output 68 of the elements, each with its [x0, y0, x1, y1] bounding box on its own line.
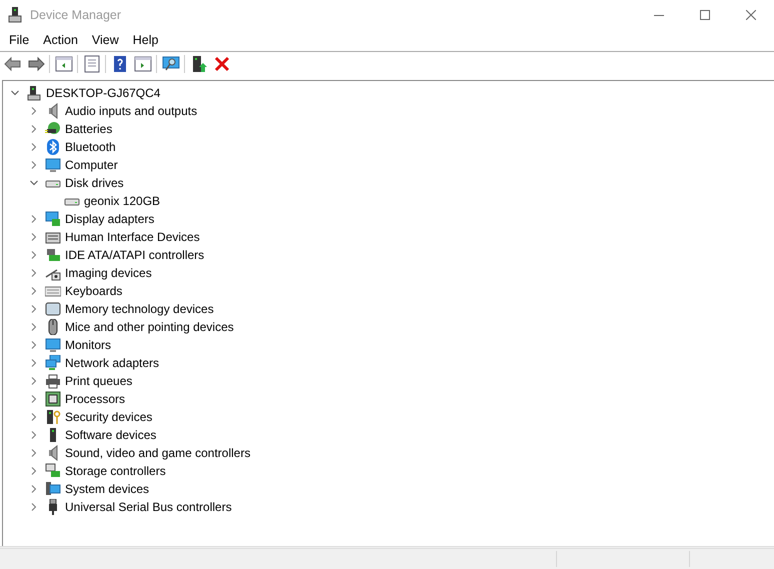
expand-chevron[interactable] [30, 413, 38, 421]
maximize-icon [700, 10, 710, 20]
tree-item[interactable]: Universal Serial Bus controllers [64, 498, 232, 516]
expand-chevron[interactable] [30, 233, 38, 241]
expand-chevron[interactable] [30, 377, 38, 385]
tree-item[interactable]: geonix 120GB [83, 192, 160, 210]
close-icon [746, 10, 756, 20]
expand-chevron[interactable] [30, 485, 38, 493]
menu-item[interactable]: View [84, 31, 126, 50]
tree-item[interactable]: Keyboards [64, 282, 122, 300]
window-title: Device Manager [30, 6, 122, 24]
expand-chevron[interactable] [30, 161, 38, 169]
tree-item[interactable]: DESKTOP-GJ67QC4 [45, 84, 160, 102]
tree-item[interactable]: Software devices [64, 426, 156, 444]
app-icon [8, 7, 22, 23]
tree-item[interactable]: Processors [64, 390, 126, 408]
tree-item[interactable]: Storage controllers [64, 462, 166, 480]
expand-chevron[interactable] [30, 269, 38, 277]
monitor-icon [45, 337, 61, 353]
expand-chevron[interactable] [30, 341, 38, 349]
expand-chevron[interactable] [30, 125, 38, 133]
controller-card-icon [45, 247, 61, 263]
computer-tower-icon [26, 85, 42, 101]
display-card-icon [45, 211, 61, 227]
network-computers-icon [45, 355, 61, 371]
expand-chevron[interactable] [30, 215, 38, 223]
tree-item[interactable]: Security devices [64, 408, 152, 426]
tree-item[interactable]: Bluetooth [64, 138, 116, 156]
memory-card-icon [45, 301, 61, 317]
expand-chevron[interactable] [30, 359, 38, 367]
expand-chevron[interactable] [30, 323, 38, 331]
tree-item[interactable]: Batteries [64, 120, 112, 138]
tree-item[interactable]: System devices [64, 480, 150, 498]
tree-item[interactable]: Disk drives [64, 174, 124, 192]
menu-item[interactable]: Action [36, 31, 85, 50]
collapse-chevron[interactable] [30, 179, 38, 187]
tree-item[interactable]: Monitors [64, 336, 112, 354]
tree-item[interactable]: Audio inputs and outputs [64, 102, 198, 120]
expand-chevron[interactable] [30, 467, 38, 475]
bluetooth-icon [45, 139, 61, 155]
storage-card-icon [45, 463, 61, 479]
expand-chevron[interactable] [30, 395, 38, 403]
battery-plug-icon [45, 121, 61, 137]
tree-item[interactable]: Display adapters [64, 210, 154, 228]
menu-item[interactable]: Help [126, 31, 166, 50]
tree-item[interactable]: Human Interface Devices [64, 228, 200, 246]
expand-chevron[interactable] [30, 143, 38, 151]
expand-chevron[interactable] [30, 287, 38, 295]
tree-item[interactable]: Mice and other pointing devices [64, 318, 234, 336]
tower-key-icon [45, 409, 61, 425]
printer-icon [45, 373, 61, 389]
expand-chevron[interactable] [30, 251, 38, 259]
tree-item[interactable]: Network adapters [64, 354, 160, 372]
menu-item[interactable]: File [2, 31, 36, 50]
processor-chip-icon [45, 391, 61, 407]
monitor-icon [45, 157, 61, 173]
expand-chevron[interactable] [30, 431, 38, 439]
tree-item[interactable]: Memory technology devices [64, 300, 214, 318]
collapse-chevron[interactable] [11, 89, 19, 97]
expand-chevron[interactable] [30, 107, 38, 115]
expand-chevron[interactable] [30, 503, 38, 511]
tree-item[interactable]: Computer [64, 156, 118, 174]
tree-item[interactable]: Print queues [64, 372, 132, 390]
tree-item[interactable]: IDE ATA/ATAPI controllers [64, 246, 204, 264]
tree-item[interactable]: Sound, video and game controllers [64, 444, 250, 462]
expand-chevron[interactable] [30, 305, 38, 313]
expand-chevron[interactable] [30, 449, 38, 457]
tree-item[interactable]: Imaging devices [64, 264, 152, 282]
